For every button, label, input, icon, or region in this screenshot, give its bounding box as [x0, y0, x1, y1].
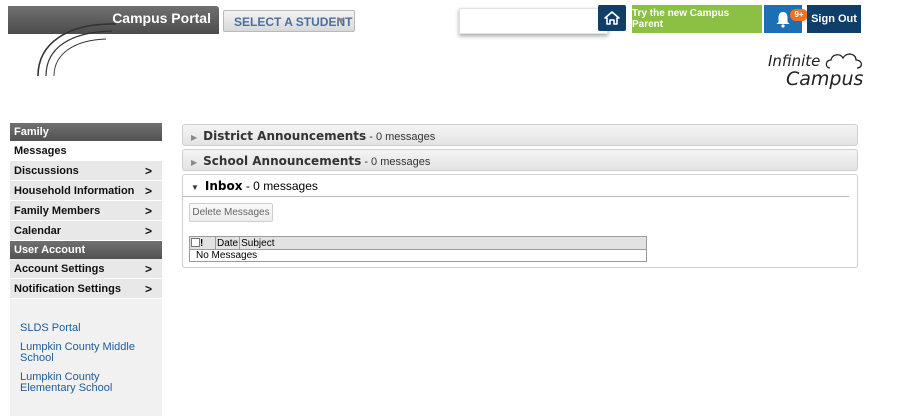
district-announcements-title: District Announcements: [203, 129, 367, 143]
chevron-right-icon: >: [144, 184, 152, 198]
school-announcements-count: - 0 messages: [361, 156, 431, 168]
sidebar-links: SLDS Portal Lumpkin County Middle School…: [10, 299, 162, 394]
campus-arc-logo: [37, 23, 117, 77]
chevron-right-icon: >: [144, 204, 152, 218]
chevron-down-icon: ▼: [336, 16, 346, 27]
notifications-button[interactable]: 9+: [764, 5, 808, 33]
sidebar-header-user-account: User Account: [10, 241, 162, 259]
select-all-checkbox[interactable]: [191, 238, 200, 248]
try-campus-parent-button[interactable]: Try the new Campus Parent: [632, 5, 762, 33]
table-row: No Messages: [189, 249, 647, 262]
table-header-row: ! Date Subject: [189, 236, 647, 250]
home-button[interactable]: [598, 5, 626, 31]
chevron-right-icon: >: [144, 262, 152, 276]
sidebar-item-label: Calendar: [14, 225, 62, 237]
sidebar-item-label: Messages: [14, 145, 67, 157]
inbox-header[interactable]: ▼ Inbox - 0 messages: [183, 175, 849, 197]
chevron-right-icon: >: [144, 164, 152, 178]
no-messages-cell: No Messages: [189, 249, 647, 262]
priority-column-header: !: [200, 237, 204, 249]
sidebar-item-notification-settings[interactable]: Notification Settings >: [10, 279, 162, 299]
sidebar-item-label: Discussions: [14, 165, 79, 177]
date-column-header[interactable]: Date: [214, 236, 241, 250]
page: Campus Portal SELECT A STUDENT ▼ Try the…: [0, 0, 900, 416]
sidebar-item-account-settings[interactable]: Account Settings >: [10, 259, 162, 279]
select-all-header: !: [189, 236, 216, 250]
chevron-right-icon: >: [144, 282, 152, 296]
subject-column-header[interactable]: Subject: [239, 236, 647, 250]
triangle-down-icon: ▼: [191, 183, 199, 192]
sidebar: Family Messages Discussions > Household …: [10, 123, 162, 416]
district-announcements-count: - 0 messages: [366, 131, 436, 143]
sidebar-item-family-members[interactable]: Family Members >: [10, 201, 162, 221]
delete-messages-button[interactable]: Delete Messages: [189, 203, 273, 222]
triangle-right-icon: ▶: [191, 133, 198, 142]
sign-out-button[interactable]: Sign Out: [807, 5, 861, 33]
inbox-count: - 0 messages: [242, 179, 318, 193]
link-lumpkin-middle-school[interactable]: Lumpkin County Middle School: [20, 342, 150, 364]
portal-title: Campus Portal: [112, 10, 211, 26]
logo-campus-text: Campus: [786, 68, 864, 90]
student-select-dropdown[interactable]: SELECT A STUDENT ▼: [223, 10, 355, 32]
sidebar-item-label: Notification Settings: [14, 283, 121, 295]
sidebar-item-label: Family Members: [14, 205, 101, 217]
inbox-panel: ▼ Inbox - 0 messages Delete Messages ! Da…: [182, 174, 858, 268]
notification-badge: 9+: [790, 9, 808, 21]
sidebar-item-label: Household Information: [14, 185, 135, 197]
chevron-right-icon: >: [144, 224, 152, 238]
sidebar-item-household-information[interactable]: Household Information >: [10, 181, 162, 201]
district-announcements-bar[interactable]: ▶ District Announcements - 0 messages: [182, 124, 858, 146]
school-announcements-bar[interactable]: ▶ School Announcements - 0 messages: [182, 149, 858, 171]
sidebar-header-family: Family: [10, 123, 162, 141]
sidebar-item-discussions[interactable]: Discussions >: [10, 161, 162, 181]
link-lumpkin-elementary-school[interactable]: Lumpkin County Elementary School: [20, 372, 150, 394]
messages-table: ! Date Subject No Messages: [189, 236, 647, 262]
top-bar: Campus Portal SELECT A STUDENT ▼ Try the…: [0, 0, 900, 34]
search-box[interactable]: [459, 8, 608, 34]
sidebar-item-calendar[interactable]: Calendar >: [10, 221, 162, 241]
sidebar-item-messages[interactable]: Messages: [10, 141, 162, 161]
sidebar-item-label: Account Settings: [14, 263, 105, 275]
triangle-right-icon: ▶: [191, 158, 198, 167]
school-announcements-title: School Announcements: [203, 154, 362, 168]
link-slds-portal[interactable]: SLDS Portal: [20, 323, 150, 334]
home-icon: [604, 11, 620, 25]
inbox-title: Inbox: [204, 179, 243, 193]
infinite-campus-logo: Infinite Campus: [768, 50, 868, 96]
bell-icon: [776, 12, 790, 28]
student-select-label: SELECT A STUDENT: [234, 15, 353, 29]
